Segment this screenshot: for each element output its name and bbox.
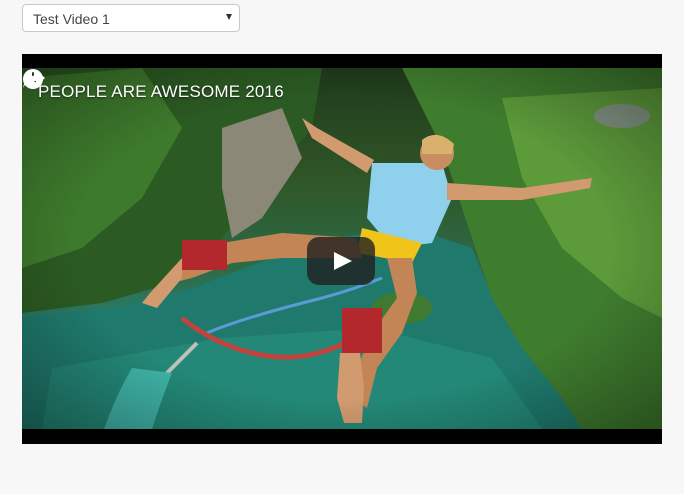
video-select[interactable]: Test Video 1 [22,4,240,32]
video-title[interactable]: PEOPLE ARE AWESOME 2016 [38,82,284,102]
play-button[interactable] [307,237,375,285]
video-player[interactable]: PEOPLE ARE AWESOME 2016 [22,54,662,444]
share-icon[interactable] [22,68,46,90]
video-thumbnail: PEOPLE ARE AWESOME 2016 [22,68,662,429]
chevron-down-icon [226,14,232,20]
video-select-value: Test Video 1 [33,11,110,27]
play-icon [334,252,352,270]
